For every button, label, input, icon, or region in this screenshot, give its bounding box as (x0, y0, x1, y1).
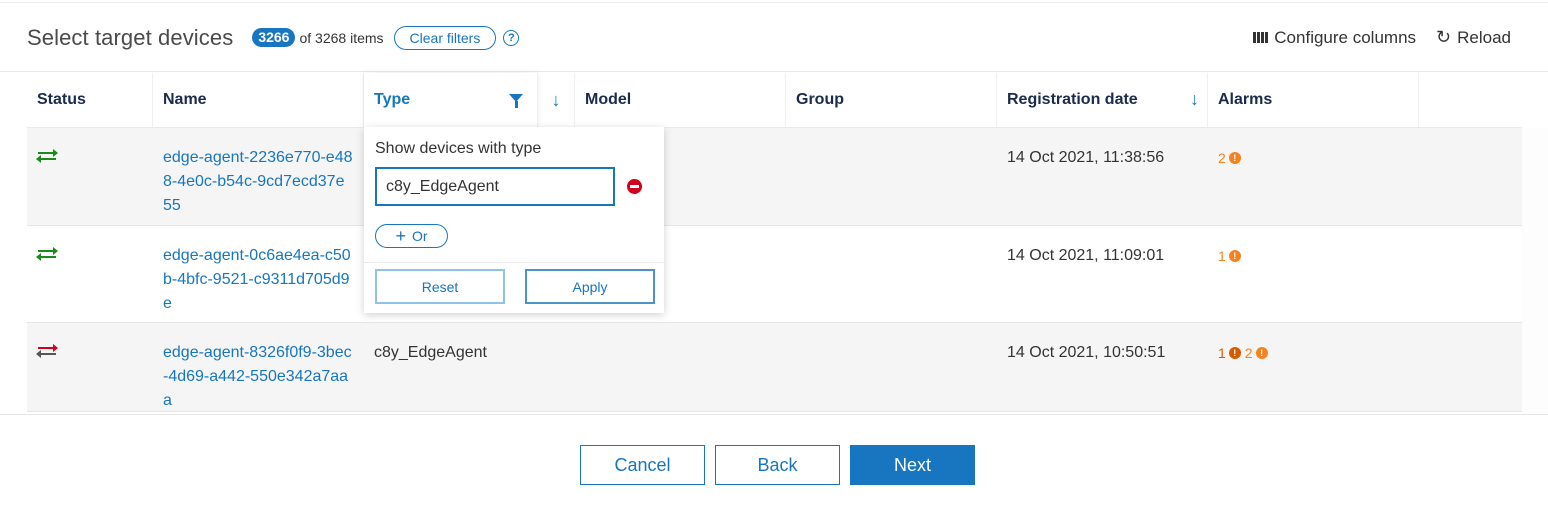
columns-icon (1253, 32, 1269, 43)
page-title: Select target devices (27, 24, 234, 50)
cell-type: c8y_EdgeAgent (374, 344, 487, 361)
column-header-group[interactable]: Group (786, 73, 997, 127)
alarm-count: 1 (1218, 345, 1226, 361)
refresh-icon: ↻ (1436, 27, 1452, 47)
or-label: Or (411, 228, 428, 244)
column-label: Type (374, 91, 411, 108)
alarm-badge-minor[interactable]: 1! (1218, 244, 1241, 268)
cell-empty (1419, 226, 1522, 322)
column-header-alarms[interactable]: Alarms (1208, 73, 1419, 127)
connection-status-icon (36, 247, 58, 262)
table-row[interactable]: edge-agent-2236e770-e488-4e0c-b54c-9cd7e… (27, 128, 1522, 226)
configure-columns-label: Configure columns (1274, 27, 1417, 47)
column-header-registration-date[interactable]: Registration date ↓ (997, 73, 1208, 127)
alarm-badge-minor[interactable]: 2! (1245, 341, 1268, 365)
cell-empty (1419, 128, 1522, 225)
alarm-badge-minor[interactable]: 2! (1218, 146, 1241, 170)
column-label: Status (37, 91, 86, 108)
cancel-button[interactable]: Cancel (580, 445, 705, 485)
table-scrollbar[interactable] (1522, 128, 1548, 414)
next-button[interactable]: Next (850, 445, 975, 485)
column-header-model[interactable]: Model (575, 73, 786, 127)
type-filter-input[interactable] (375, 167, 615, 206)
total-items-text: of 3268 items (299, 29, 384, 46)
table-row[interactable]: edge-agent-0c6ae4ea-c50b-4bfc-9521-c9311… (27, 226, 1522, 323)
arrow-down-icon[interactable]: ↓ (1190, 89, 1199, 110)
column-header-name[interactable]: Name (153, 73, 364, 127)
device-name-link[interactable]: edge-agent-2236e770-e488-4e0c-b54c-9cd7e… (163, 146, 353, 218)
back-button[interactable]: Back (715, 445, 840, 485)
connection-status-icon (36, 344, 58, 359)
cell-registration-date: 14 Oct 2021, 10:50:51 (1007, 344, 1166, 361)
cell-alarms: 2! (1208, 128, 1419, 225)
cell-name: edge-agent-0c6ae4ea-c50b-4bfc-9521-c9311… (153, 226, 364, 322)
exclamation-circle-icon: ! (1228, 347, 1241, 359)
top-divider (0, 2, 1548, 3)
column-label: Model (585, 91, 632, 108)
connection-status-icon (36, 149, 58, 164)
popover-divider (364, 262, 664, 263)
type-sort-toggle[interactable]: ↓ (538, 73, 575, 127)
column-label: Name (163, 91, 207, 108)
filtered-count-badge: 3266 (252, 28, 296, 47)
reload-label: Reload (1457, 27, 1511, 47)
add-or-condition-button[interactable]: + Or (375, 224, 448, 248)
clear-filters-button[interactable]: Clear filters (393, 25, 497, 50)
column-label: Registration date (1007, 91, 1138, 108)
cell-group (786, 128, 997, 225)
device-name-link[interactable]: edge-agent-8326f0f9-3bec-4d69-a442-550e3… (163, 341, 353, 413)
column-header-empty (1419, 73, 1522, 127)
cell-model (575, 323, 786, 411)
cell-status (27, 323, 153, 411)
column-label: Alarms (1218, 91, 1273, 108)
alarm-count: 2 (1244, 345, 1253, 361)
header-actions: Configure columns ↻ Reload (1253, 27, 1511, 48)
column-header-type[interactable]: Type (364, 73, 538, 127)
arrow-down-icon: ↓ (551, 90, 561, 110)
wizard-footer: Cancel Back Next (0, 414, 1548, 508)
question-circle-icon[interactable]: ? (503, 29, 520, 46)
alarm-badge-major[interactable]: 1! (1218, 341, 1241, 365)
popover-title: Show devices with type (375, 140, 542, 157)
cell-group (786, 323, 997, 411)
table-header: Status Name Type ↓ Model Group Registrat… (27, 73, 1522, 128)
alarm-count: 1 (1218, 248, 1226, 264)
exclamation-circle-icon: ! (1228, 250, 1241, 262)
alarm-count: 2 (1218, 150, 1226, 166)
type-filter-popover: Show devices with type + Or Reset Apply (364, 127, 664, 313)
cell-registration-date: 14 Oct 2021, 11:09:01 (1007, 247, 1165, 264)
cell-name: edge-agent-8326f0f9-3bec-4d69-a442-550e3… (153, 323, 364, 411)
cell-group (786, 226, 997, 322)
filter-icon[interactable] (509, 94, 523, 108)
cell-status (27, 128, 153, 225)
plus-icon: + (395, 226, 406, 246)
remove-circle-icon[interactable] (627, 179, 642, 194)
cell-registration-date: 14 Oct 2021, 11:38:56 (1007, 149, 1165, 166)
configure-columns-button[interactable]: Configure columns (1253, 28, 1416, 48)
reset-button[interactable]: Reset (375, 269, 505, 304)
reload-button[interactable]: ↻ Reload (1436, 27, 1511, 48)
cell-empty (1419, 323, 1522, 411)
cell-alarms: 1! 2! (1208, 323, 1419, 411)
column-header-status[interactable]: Status (27, 73, 153, 127)
device-name-link[interactable]: edge-agent-0c6ae4ea-c50b-4bfc-9521-c9311… (163, 244, 353, 316)
page-header: Select target devices 3266 of 3268 items… (0, 4, 1548, 72)
apply-button[interactable]: Apply (525, 269, 655, 304)
cell-status (27, 226, 153, 322)
exclamation-circle-icon: ! (1228, 152, 1241, 164)
devices-table: Status Name Type ↓ Model Group Registrat… (27, 73, 1522, 412)
table-row[interactable]: edge-agent-8326f0f9-3bec-4d69-a442-550e3… (27, 323, 1522, 412)
cell-name: edge-agent-2236e770-e488-4e0c-b54c-9cd7e… (153, 128, 364, 225)
column-label: Group (796, 91, 844, 108)
exclamation-circle-icon: ! (1255, 347, 1268, 359)
cell-alarms: 1! (1208, 226, 1419, 322)
